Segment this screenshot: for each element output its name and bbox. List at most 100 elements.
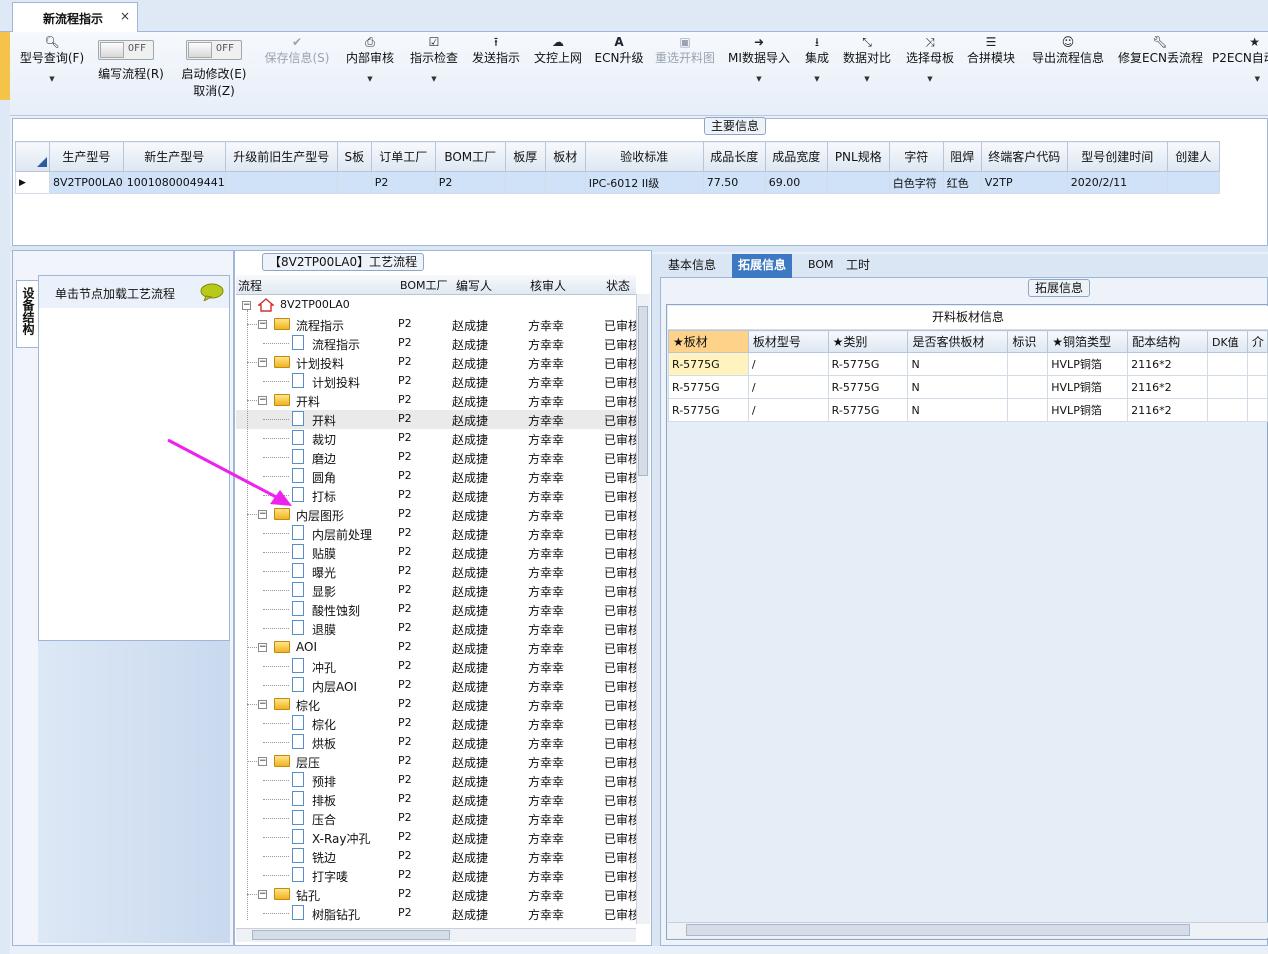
col-header[interactable]: DK值 [1206, 330, 1248, 353]
col-header[interactable]: BOM工厂 [434, 141, 506, 172]
col-header[interactable]: 配本结构 [1127, 330, 1208, 353]
tree-leaf-node[interactable]: 退膜 P2 赵成捷 方幸幸 已审核 [236, 619, 636, 638]
tree-folder-node[interactable]: − 钻孔 P2 赵成捷 方幸幸 已审核 [236, 885, 636, 904]
col-header[interactable]: 生产型号 [49, 141, 124, 172]
tab-basic-info[interactable]: 基本信息 [662, 254, 722, 278]
col-header[interactable]: 标识 [1007, 330, 1049, 353]
collapse-icon[interactable]: − [258, 890, 267, 899]
tree-leaf-node[interactable]: 贴膜 P2 赵成捷 方幸幸 已审核 [236, 543, 636, 562]
tree-leaf-node[interactable]: 酸性蚀刻 P2 赵成捷 方幸幸 已审核 [236, 600, 636, 619]
doc-control-online-button[interactable]: ☁ 文控上网 [530, 32, 586, 112]
tab-extended-info[interactable]: 拓展信息 [732, 254, 793, 278]
col-header[interactable]: 是否客供板材 [907, 330, 1009, 353]
col-header[interactable]: 板厚 [504, 141, 546, 172]
save-info-button[interactable]: ✔ 保存信息(S) [262, 32, 332, 112]
merge-module-button[interactable]: ☰ 合拼模块 [966, 32, 1016, 112]
tab-bom[interactable]: BOM [802, 254, 840, 278]
tree-folder-node[interactable]: − AOI P2 赵成捷 方幸幸 已审核 [236, 638, 636, 657]
col-header[interactable]: 板材 [544, 141, 586, 172]
tree-leaf-node[interactable]: 冲孔 P2 赵成捷 方幸幸 已审核 [236, 657, 636, 676]
mi-data-import-button[interactable]: ➜ MI数据导入 ▼ [726, 32, 792, 112]
col-header[interactable]: 创建人 [1166, 141, 1220, 172]
select-mother-board-button[interactable]: ⤨ 选择母板 ▼ [904, 32, 956, 112]
data-compare-button[interactable]: ⤡ 数据对比 ▼ [842, 32, 892, 112]
col-header[interactable]: 终端客户代码 [980, 141, 1068, 172]
tree-leaf-node[interactable]: 计划投料 P2 赵成捷 方幸幸 已审核 [236, 372, 636, 391]
col-header[interactable]: ★铜箔类型 [1047, 330, 1129, 353]
collapse-icon[interactable]: − [258, 320, 267, 329]
table-row[interactable]: ▶ 8V2TP00LA0 10010800049441 P2 P2 IPC-60… [15, 171, 1220, 194]
tab-work-hours[interactable]: 工时 [840, 254, 876, 278]
col-header[interactable]: BOM工厂 [400, 277, 448, 293]
col-header[interactable]: 字符 [888, 141, 944, 172]
vertical-splitter[interactable] [652, 254, 660, 946]
toggle-switch[interactable]: OFF [186, 40, 242, 60]
collapse-icon[interactable]: − [258, 396, 267, 405]
tree-folder-node[interactable]: − 开料 P2 赵成捷 方幸幸 已审核 [236, 391, 636, 410]
col-header[interactable]: PNL规格 [826, 141, 890, 172]
tree-leaf-node[interactable]: 内层AOI P2 赵成捷 方幸幸 已审核 [236, 676, 636, 695]
col-header[interactable]: 状态 [606, 277, 630, 294]
tree-folder-node[interactable]: − 计划投料 P2 赵成捷 方幸幸 已审核 [236, 353, 636, 372]
tree-leaf-node[interactable]: 开料 P2 赵成捷 方幸幸 已审核 [236, 410, 636, 429]
tree-leaf-node[interactable]: 预排 P2 赵成捷 方幸幸 已审核 [236, 771, 636, 790]
tree-leaf-node[interactable]: 打字唛 P2 赵成捷 方幸幸 已审核 [236, 866, 636, 885]
table-row[interactable]: R-5775G / R-5775G N HVLP铜箔 2116*2 [668, 352, 1268, 376]
collapse-icon[interactable]: − [258, 757, 267, 766]
tree-leaf-node[interactable]: 棕化 P2 赵成捷 方幸幸 已审核 [236, 714, 636, 733]
integrate-button[interactable]: ⭳ 集成 ▼ [800, 32, 834, 112]
col-header[interactable]: 核审人 [530, 277, 566, 294]
tab-close-icon[interactable]: × [120, 9, 130, 23]
tab-new-process[interactable]: 新流程指示 × [12, 2, 138, 32]
tree-leaf-node[interactable]: 流程指示 P2 赵成捷 方幸幸 已审核 [236, 334, 636, 353]
col-header[interactable]: 新生产型号 [122, 141, 226, 172]
instruction-check-button[interactable]: ☑ 指示检查 ▼ [406, 32, 462, 112]
repair-ecn-button[interactable]: 🔧︎ 修复ECN丢流程 [1118, 32, 1203, 112]
col-header[interactable]: 订单工厂 [370, 141, 436, 172]
tab-equipment-structure[interactable]: 设备结构 [16, 280, 38, 348]
write-process-toggle[interactable]: OFF 编写流程(R) [94, 32, 168, 112]
col-header[interactable]: 阻焊 [942, 141, 982, 172]
collapse-icon[interactable]: − [258, 510, 267, 519]
col-header[interactable]: 介 [1246, 330, 1268, 353]
tree-leaf-node[interactable]: 内层前处理 P2 赵成捷 方幸幸 已审核 [236, 524, 636, 543]
col-header[interactable]: 成品长度 [702, 141, 766, 172]
collapse-icon[interactable]: − [242, 301, 251, 310]
tree-leaf-node[interactable]: 树脂钻孔 P2 赵成捷 方幸幸 已审核 [236, 904, 636, 923]
collapse-icon[interactable]: − [258, 358, 267, 367]
col-header[interactable]: ★类别 [827, 330, 909, 353]
p2-ecn-auto-button[interactable]: ★ P2ECN自动 ▼ [1212, 32, 1268, 112]
tree-folder-node[interactable]: − 层压 P2 赵成捷 方幸幸 已审核 [236, 752, 636, 771]
col-header[interactable]: 编写人 [456, 277, 492, 294]
send-instruction-button[interactable]: ⭱ 发送指示 [468, 32, 524, 112]
collapse-icon[interactable]: − [258, 643, 267, 652]
ecn-upgrade-button[interactable]: A ECN升级 [592, 32, 646, 112]
tree-leaf-node[interactable]: 曝光 P2 赵成捷 方幸幸 已审核 [236, 562, 636, 581]
start-edit-toggle[interactable]: OFF 启动修改(E) 取消(Z) [176, 32, 252, 112]
tree-leaf-node[interactable]: 烘板 P2 赵成捷 方幸幸 已审核 [236, 733, 636, 752]
export-process-info-button[interactable]: ☺ 导出流程信息 [1030, 32, 1106, 112]
tree-leaf-node[interactable]: 排板 P2 赵成捷 方幸幸 已审核 [236, 790, 636, 809]
col-header[interactable]: 成品宽度 [764, 141, 828, 172]
tree-vertical-scroll-thumb[interactable] [638, 306, 648, 476]
tree-folder-node[interactable]: − 流程指示 P2 赵成捷 方幸幸 已审核 [236, 315, 636, 334]
col-header[interactable]: S板 [336, 141, 372, 172]
model-search-button[interactable]: 🔍︎ 型号查询(F) ▼ [16, 32, 88, 112]
tree-horizontal-scroll-thumb[interactable] [252, 930, 450, 940]
tree-leaf-node[interactable]: X-Ray冲孔 P2 赵成捷 方幸幸 已审核 [236, 828, 636, 847]
table-row[interactable]: R-5775G / R-5775G N HVLP铜箔 2116*2 [668, 398, 1268, 422]
tree-root-node[interactable]: −8V2TP00LA0 [236, 296, 636, 315]
col-header[interactable]: 型号创建时间 [1066, 141, 1168, 172]
reselect-cutting-image-button[interactable]: ▣ 重选开料图 [652, 32, 718, 112]
toggle-switch[interactable]: OFF [98, 40, 154, 60]
collapse-icon[interactable]: − [258, 700, 267, 709]
tree-leaf-node[interactable]: 显影 P2 赵成捷 方幸幸 已审核 [236, 581, 636, 600]
col-header[interactable]: 板材型号 [747, 330, 829, 353]
col-header[interactable]: 验收标准 [584, 141, 704, 172]
detail-horizontal-scroll-thumb[interactable] [686, 924, 1190, 936]
col-header[interactable]: 升级前旧生产型号 [224, 141, 338, 172]
col-header[interactable]: 流程 [238, 277, 262, 294]
tree-leaf-node[interactable]: 铣边 P2 赵成捷 方幸幸 已审核 [236, 847, 636, 866]
tree-folder-node[interactable]: − 棕化 P2 赵成捷 方幸幸 已审核 [236, 695, 636, 714]
table-row[interactable]: R-5775G / R-5775G N HVLP铜箔 2116*2 [668, 375, 1268, 399]
